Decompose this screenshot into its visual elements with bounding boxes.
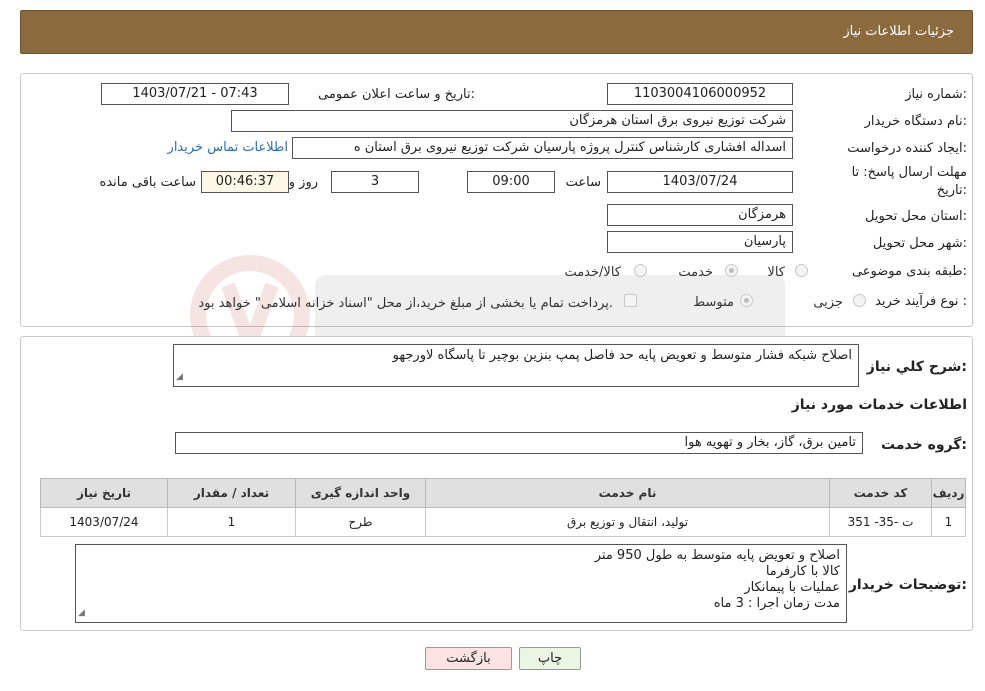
col-header-name: نام خدمت: [425, 478, 830, 508]
buyer-org-field: شرکت توزیع نیروی برق استان هرمزگان: [231, 110, 793, 132]
need-number-field: 1103004106000952: [607, 83, 793, 105]
category-goods-radio[interactable]: [795, 264, 808, 277]
category-service-radio[interactable]: [725, 264, 738, 277]
remaining-time-field: 00:46:37: [201, 171, 289, 193]
payment-note: پرداخت تمام یا بخشی از مبلغ خرید،از محل …: [198, 296, 613, 311]
back-button[interactable]: بازگشت: [425, 647, 512, 670]
remaining-label: ساعت باقی مانده: [99, 175, 196, 190]
deadline-time-field: 09:00: [467, 171, 555, 193]
process-label: نوع فرآیند خرید :: [875, 294, 967, 309]
buyer-note-line: عملیات با پیمانکار: [744, 580, 840, 595]
days-field: 3: [331, 171, 419, 193]
cell-unit: طرح: [295, 507, 426, 537]
col-header-row: ردیف: [931, 478, 966, 508]
process-medium-label: متوسط: [693, 295, 734, 310]
requester-label: ایجاد کننده درخواست:: [847, 141, 967, 156]
days-label: روز و: [288, 175, 318, 190]
process-medium-radio[interactable]: [740, 294, 753, 307]
treasury-payment-checkbox[interactable]: [624, 294, 637, 307]
print-button[interactable]: چاپ: [519, 647, 581, 670]
summary-text: اصلاح شبکه فشار متوسط و تعویض پایه حد فا…: [392, 348, 852, 363]
need-number-label: شماره نیاز:: [905, 87, 967, 102]
buyer-note-line: اصلاح و تعویض پایه متوسط به طول 950 متر: [594, 548, 840, 563]
service-group-field: تامین برق، گاز، بخار و تهویه هوا: [175, 432, 863, 454]
services-section-title: اطلاعات خدمات مورد نیاز: [791, 397, 967, 413]
category-service-label: خدمت: [678, 265, 713, 280]
buyer-org-label: نام دستگاه خریدار:: [864, 114, 967, 129]
buyer-notes-textarea[interactable]: اصلاح و تعویض پایه متوسط به طول 950 متر …: [75, 544, 847, 623]
col-header-quantity: تعداد / مقدار: [167, 478, 296, 508]
cell-date: 1403/07/24: [40, 507, 168, 537]
resize-grip-icon[interactable]: ◢: [176, 369, 183, 385]
category-label: طبقه بندی موضوعی:: [851, 264, 967, 279]
city-field: پارسیان: [607, 231, 793, 253]
requester-field: اسداله افشاری کارشناس کنترل پروژه پارسیا…: [292, 137, 793, 159]
province-field: هرمزگان: [607, 204, 793, 226]
province-label: استان محل تحویل:: [865, 209, 967, 224]
resize-grip-icon[interactable]: ◢: [78, 605, 85, 621]
city-label: شهر محل تحویل:: [872, 236, 967, 251]
category-both-radio[interactable]: [634, 264, 647, 277]
col-header-code: کد خدمت: [829, 478, 932, 508]
table-row: 1 ت -35- 351 تولید، انتقال و توزیع برق ط…: [40, 507, 966, 537]
category-goods-label: کالا: [767, 265, 785, 280]
buyer-contact-link[interactable]: اطلاعات تماس خریدار: [168, 140, 288, 155]
deadline-label: مهلت ارسال پاسخ: تا: [851, 165, 967, 180]
cell-row: 1: [931, 507, 966, 537]
services-table: ردیف کد خدمت نام خدمت واحد اندازه گیری ت…: [40, 478, 966, 537]
cell-quantity: 1: [167, 507, 296, 537]
page-header: جزئیات اطلاعات نیاز: [20, 10, 973, 54]
summary-label: شرح کلي نياز:: [866, 359, 967, 375]
process-minor-label: جزیی: [813, 295, 843, 310]
category-both-label: کالا/خدمت: [564, 265, 621, 280]
announce-datetime-field: 1403/07/21 - 07:43: [101, 83, 289, 105]
table-header-row: ردیف کد خدمت نام خدمت واحد اندازه گیری ت…: [40, 478, 966, 508]
buyer-note-line: مدت زمان اجرا : 3 ماه: [713, 596, 840, 611]
col-header-date: تاریخ نیاز: [40, 478, 168, 508]
deadline-time-label: ساعت: [565, 175, 601, 190]
buyer-notes-label: توضیحات خریدار:: [848, 577, 967, 593]
deadline-date-field: 1403/07/24: [607, 171, 793, 193]
cell-name: تولید، انتقال و توزیع برق: [425, 507, 830, 537]
page-title: جزئیات اطلاعات نیاز: [843, 24, 954, 39]
buyer-note-line: کالا با کارفرما: [765, 564, 840, 579]
cell-code: ت -35- 351: [829, 507, 932, 537]
announce-label: تاریخ و ساعت اعلان عمومی:: [318, 87, 475, 102]
deadline-label-2: تاریخ:: [936, 183, 967, 198]
service-group-label: گروه خدمت:: [881, 437, 967, 453]
col-header-unit: واحد اندازه گیری: [295, 478, 426, 508]
process-minor-radio[interactable]: [853, 294, 866, 307]
summary-textarea[interactable]: اصلاح شبکه فشار متوسط و تعویض پایه حد فا…: [173, 344, 859, 387]
